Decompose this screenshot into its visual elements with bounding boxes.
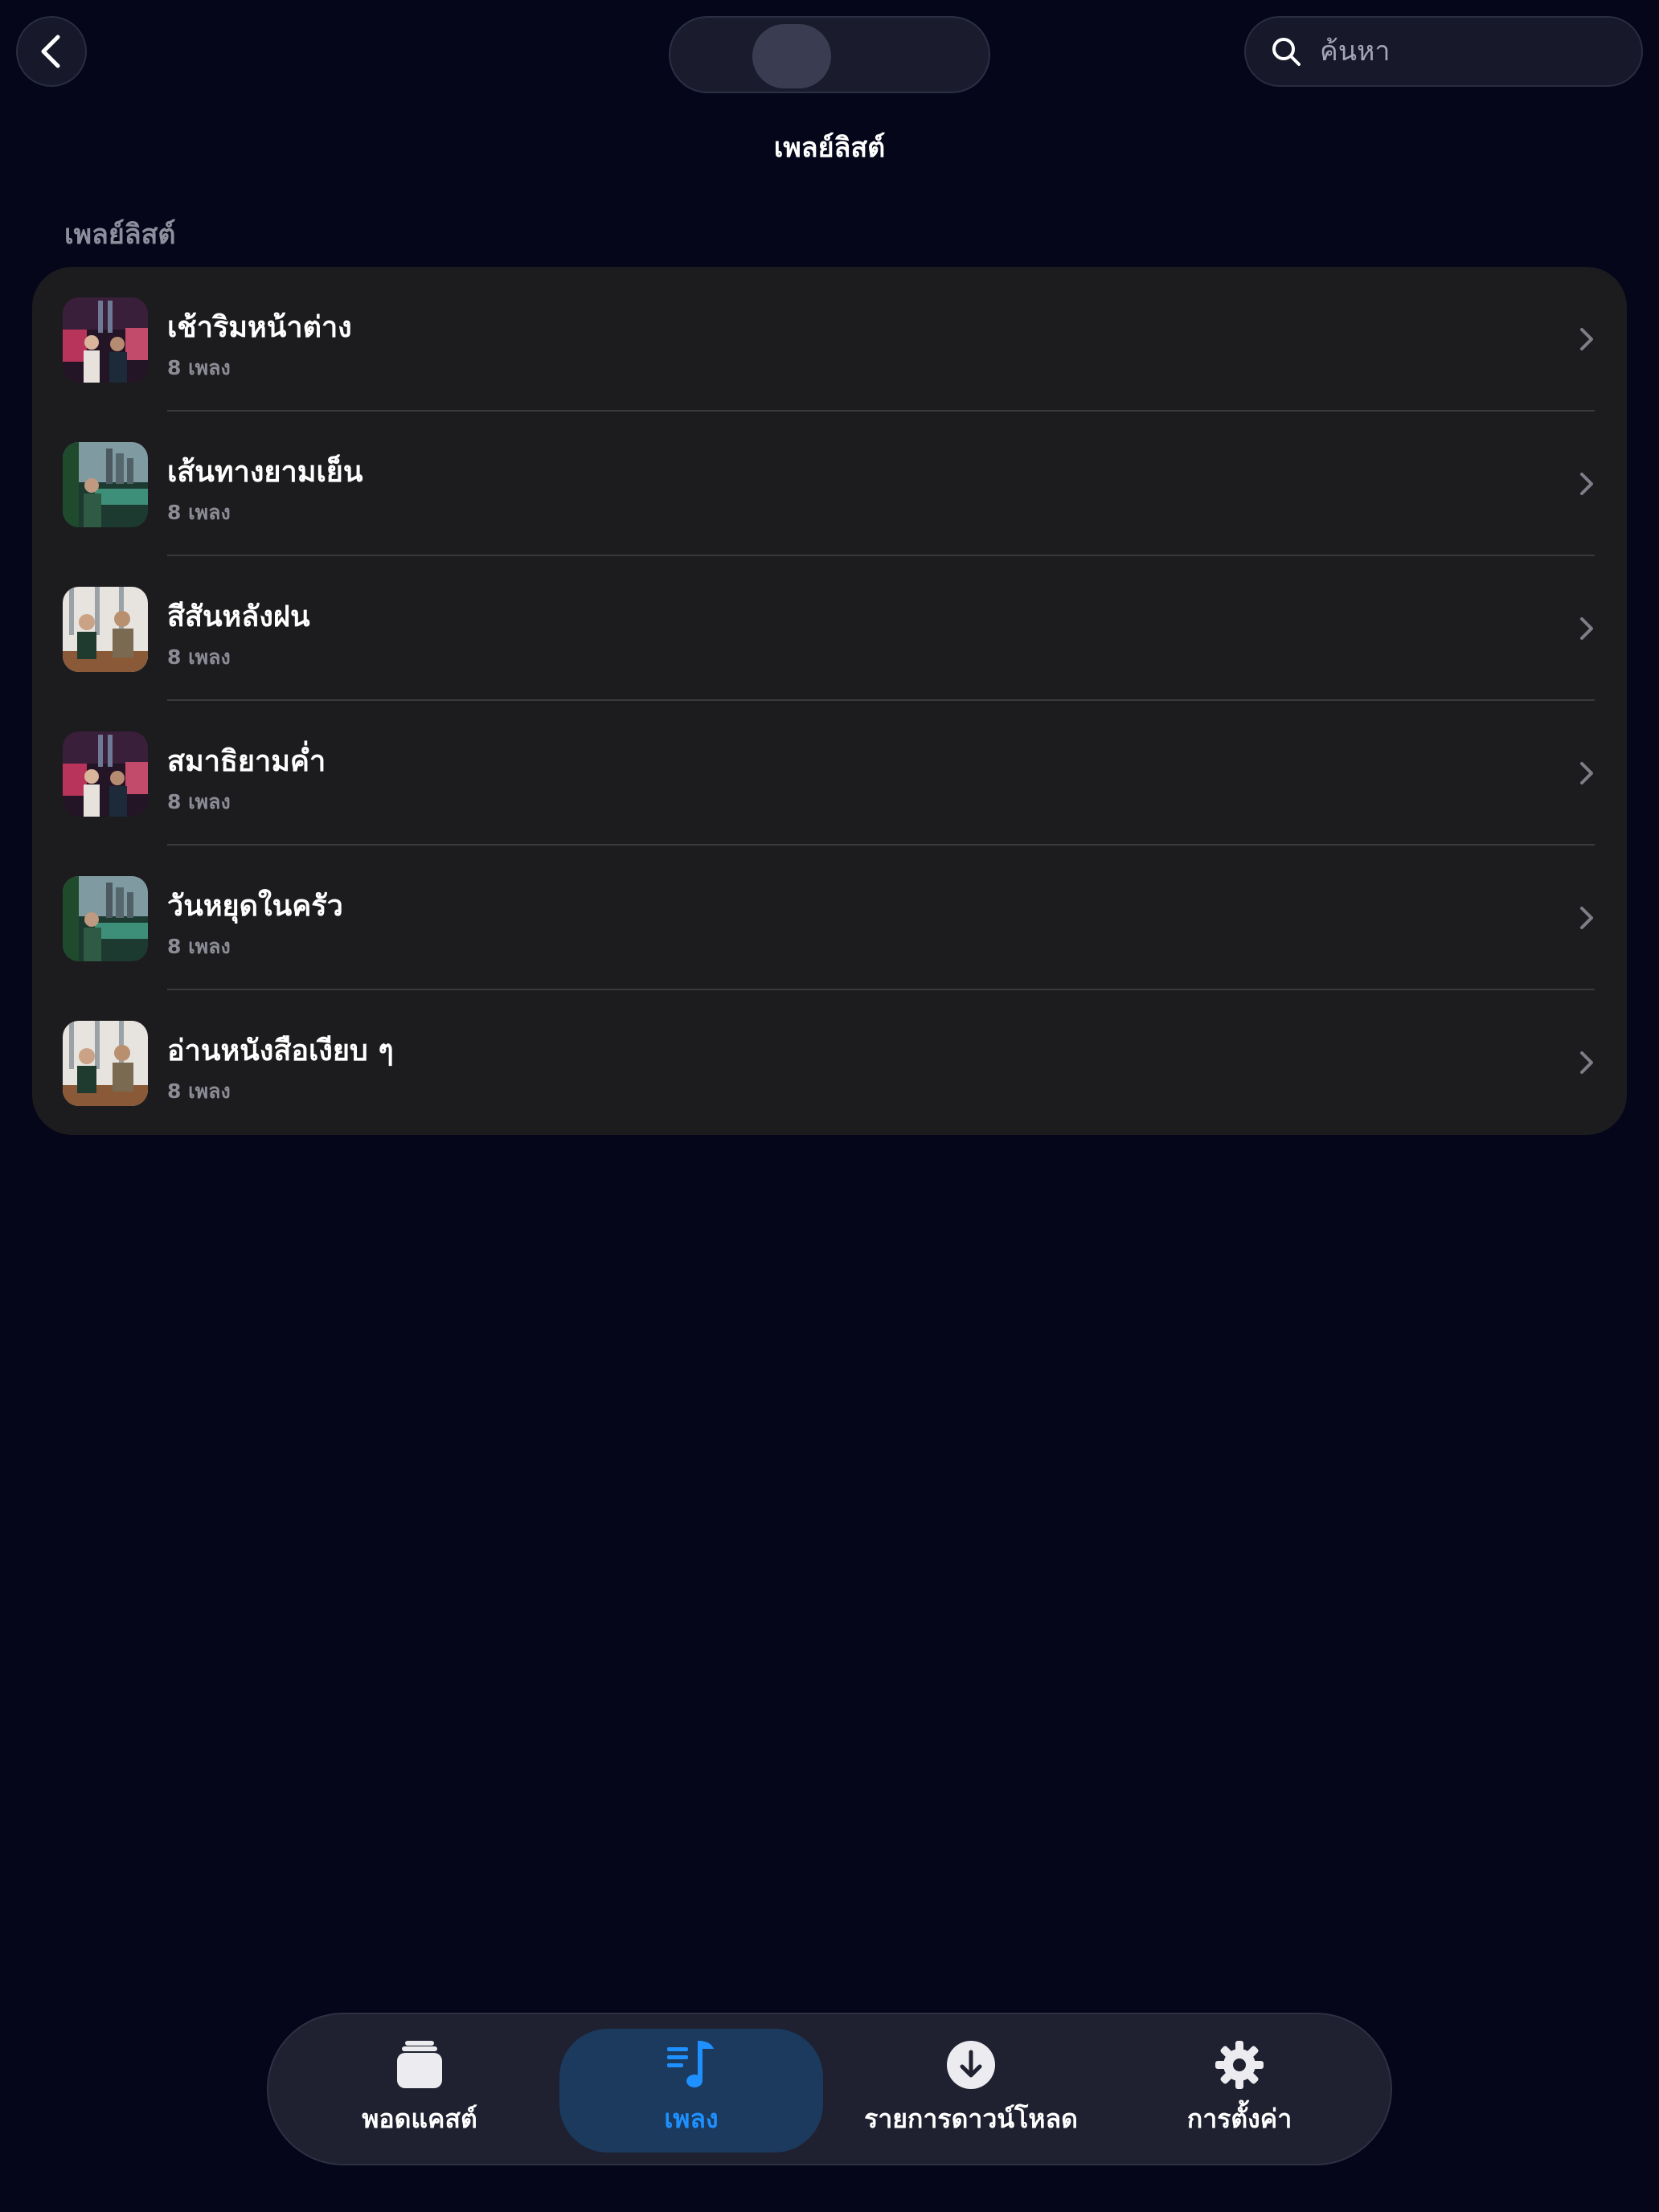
download-circle-icon xyxy=(947,2040,995,2089)
chevron-right-icon xyxy=(1580,473,1593,495)
playlist-title: อ่านหนังสือเงียบ ๆ xyxy=(167,1034,394,1067)
playlist-item[interactable]: สมาธิยามค่ำ 8 เพลง xyxy=(32,701,1627,846)
playlist-subtitle: 8 เพลง xyxy=(167,645,231,669)
tab-music[interactable]: เพลง xyxy=(559,2014,823,2164)
playlist-artwork xyxy=(63,297,148,383)
tab-label: เพลง xyxy=(664,2103,719,2134)
playlist-list: เช้าริมหน้าต่าง 8 เพลง เส้นทางยามเย็น 8 … xyxy=(32,267,1627,1135)
segmented-thumb[interactable] xyxy=(752,24,831,88)
chevron-left-icon xyxy=(41,35,60,68)
chevron-right-icon xyxy=(1580,617,1593,640)
playlist-item[interactable]: อ่านหนังสือเงียบ ๆ 8 เพลง xyxy=(32,990,1627,1135)
playlist-item[interactable]: วันหยุดในครัว 8 เพลง xyxy=(32,846,1627,990)
tab-settings[interactable]: การตั้งค่า xyxy=(1112,2014,1366,2164)
podcast-stack-icon xyxy=(397,2040,442,2088)
chevron-right-icon xyxy=(1580,1051,1593,1074)
chevron-right-icon xyxy=(1580,328,1593,350)
playlist-artwork xyxy=(63,442,148,527)
playlist-artwork xyxy=(63,587,148,672)
playlist-artwork xyxy=(63,731,148,817)
page-title: เพลย์ลิสต์ xyxy=(773,132,886,164)
tab-podcasts[interactable]: พอดแคสต์ xyxy=(293,2014,547,2164)
playlist-item[interactable]: เส้นทางยามเย็น 8 เพลง xyxy=(32,412,1627,556)
playlist-item[interactable]: เช้าริมหน้าต่าง 8 เพลง xyxy=(32,267,1627,412)
section-header: เพลย์ลิสต์ xyxy=(64,219,176,251)
playlist-title: เส้นทางยามเย็น xyxy=(167,456,363,489)
playlist-subtitle: 8 เพลง xyxy=(167,356,231,379)
back-button[interactable] xyxy=(16,16,87,87)
playlist-subtitle: 8 เพลง xyxy=(167,1079,231,1103)
segmented-control[interactable] xyxy=(669,16,990,93)
gear-icon xyxy=(1215,2040,1264,2089)
chevron-right-icon xyxy=(1580,762,1593,784)
tab-label: รายการดาวน์โหลด xyxy=(864,2103,1078,2134)
playlist-item[interactable]: สีสันหลังฝน 8 เพลง xyxy=(32,556,1627,701)
playlist-subtitle: 8 เพลง xyxy=(167,501,231,524)
music-list-icon xyxy=(667,2040,714,2087)
playlist-subtitle: 8 เพลง xyxy=(167,935,231,958)
tab-label: พอดแคสต์ xyxy=(362,2103,477,2134)
tab-bar: พอดแคสต์ เพลง รายการดาวน์โหลด การตั้งค่า xyxy=(267,2013,1392,2165)
search-input[interactable] xyxy=(1318,35,1627,68)
playlist-title: เช้าริมหน้าต่าง xyxy=(167,311,352,344)
tab-label: การตั้งค่า xyxy=(1186,2103,1292,2134)
playlist-title: วันหยุดในครัว xyxy=(167,890,343,923)
playlist-title: สีสันหลังฝน xyxy=(167,600,310,633)
playlist-title: สมาธิยามค่ำ xyxy=(167,745,326,778)
chevron-right-icon xyxy=(1580,907,1593,929)
playlist-artwork xyxy=(63,1021,148,1106)
playlist-artwork xyxy=(63,876,148,961)
search-bar[interactable] xyxy=(1244,16,1643,87)
playlist-subtitle: 8 เพลง xyxy=(167,790,231,813)
search-icon xyxy=(1272,38,1301,66)
tab-downloads[interactable]: รายการดาวน์โหลด xyxy=(834,2014,1108,2164)
